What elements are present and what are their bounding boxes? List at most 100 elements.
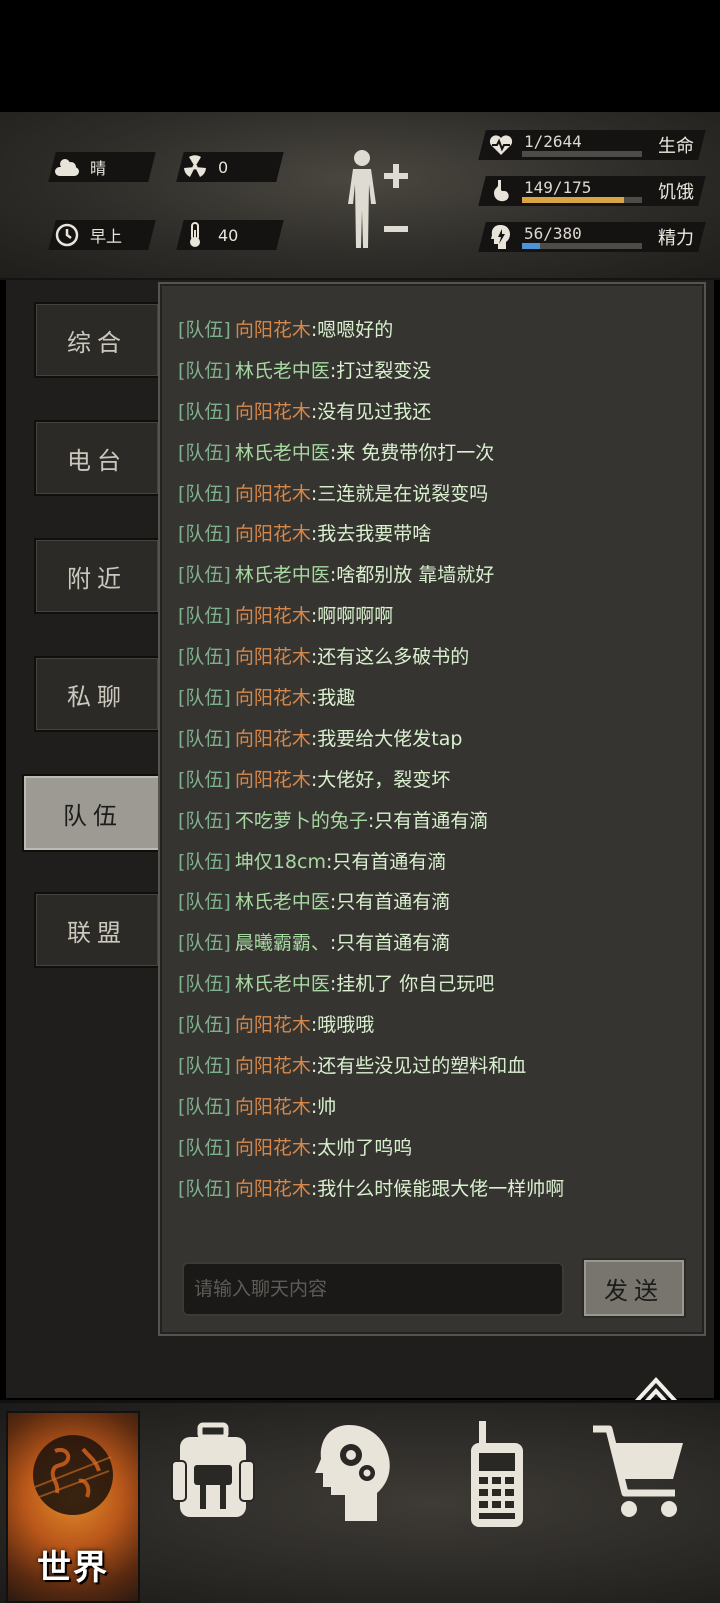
message-sender[interactable]: 向阳花木: [235, 605, 311, 627]
chat-message: [队伍] 不吃萝卜的兔子:只有首通有滴: [178, 801, 688, 842]
message-sender[interactable]: 向阳花木: [235, 1096, 311, 1118]
globe-icon: [33, 1435, 113, 1515]
message-sender[interactable]: 向阳花木: [235, 483, 311, 505]
message-sender[interactable]: 坤仅18cm: [235, 851, 326, 873]
energy-value: 56/380: [524, 224, 582, 243]
nav-shop-button[interactable]: [584, 1421, 694, 1591]
nav-world-label: 世界: [37, 1548, 109, 1588]
radiation-value: 0: [218, 157, 229, 177]
message-sender[interactable]: 向阳花木: [235, 401, 311, 423]
message-sender[interactable]: 林氏老中医: [235, 442, 330, 464]
message-sender[interactable]: 向阳花木: [235, 523, 311, 545]
message-sender[interactable]: 向阳花木: [235, 1014, 311, 1036]
message-sender[interactable]: 向阳花木: [235, 1137, 311, 1159]
energy-bar: [522, 243, 642, 249]
message-channel: [队伍]: [178, 482, 231, 505]
message-sender[interactable]: 向阳花木: [235, 319, 311, 341]
message-text: 啥都别放 靠墙就好: [336, 564, 495, 587]
chat-message: [队伍] 林氏老中医:只有首通有滴: [178, 882, 688, 923]
health-value: 1/2644: [524, 132, 582, 151]
temperature-chip: 40: [176, 220, 284, 250]
time-of-day-text: 早上: [90, 227, 123, 246]
hunger-label: 饥饿: [658, 182, 694, 203]
chat-message: [队伍] 向阳花木:还有这么多破书的: [178, 637, 688, 678]
chat-message-list[interactable]: [队伍] 向阳花木:嗯嗯好的 [队伍] 林氏老中医:打过裂变没 [队伍] 向阳花木:没有见…: [178, 310, 688, 1230]
message-sender[interactable]: 向阳花木: [235, 769, 311, 791]
tab-team[interactable]: 队伍: [22, 774, 164, 852]
message-sender[interactable]: 林氏老中医: [235, 891, 330, 913]
minus-icon: [384, 226, 408, 232]
clock-icon: [52, 220, 82, 250]
message-sender[interactable]: 林氏老中医: [235, 360, 330, 382]
plus-icon: [384, 164, 408, 188]
nav-world-button[interactable]: 世界: [6, 1411, 140, 1603]
energy-label: 精力: [658, 228, 694, 249]
tab-alliance[interactable]: 联盟: [34, 892, 160, 968]
message-sender[interactable]: 不吃萝卜的兔子: [235, 810, 368, 832]
message-channel: [队伍]: [178, 850, 231, 873]
time-chip: 早上: [48, 220, 156, 250]
player-hud: 晴 0 早上 40 1/2644 生命 149/175 饥饿 56/380 精力: [0, 112, 720, 280]
message-text: 只有首通有滴: [374, 809, 489, 832]
shopping-cart-icon: [593, 1425, 683, 1517]
thermometer-icon: [180, 220, 210, 250]
message-text: 三连就是在说裂变吗: [317, 482, 489, 505]
message-sender[interactable]: 向阳花木: [235, 646, 311, 668]
health-label: 生命: [658, 136, 694, 157]
message-text: 还有这么多破书的: [317, 646, 470, 669]
character-body-button[interactable]: [340, 148, 420, 258]
chat-message: [队伍] 向阳花木:帅: [178, 1087, 688, 1128]
tab-radio[interactable]: 电台: [34, 420, 160, 496]
message-text: 只有首通有滴: [336, 891, 451, 914]
chat-message: [队伍] 坤仅18cm:只有首通有滴: [178, 842, 688, 883]
message-sender[interactable]: 向阳花木: [235, 1055, 311, 1077]
radiation-chip: 0: [176, 152, 284, 182]
message-sender[interactable]: 林氏老中医: [235, 564, 330, 586]
message-text: 挂机了 你自己玩吧: [336, 973, 495, 996]
nav-inventory-button[interactable]: [148, 1421, 278, 1591]
chat-input[interactable]: [184, 1264, 562, 1314]
chat-message: [队伍] 向阳花木:我去我要带啥: [178, 514, 688, 555]
message-channel: [队伍]: [178, 687, 231, 710]
message-channel: [队伍]: [178, 441, 231, 464]
chat-message: [队伍] 向阳花木:嗯嗯好的: [178, 310, 688, 351]
tab-private[interactable]: 私聊: [34, 656, 160, 732]
message-text: 哦哦哦: [317, 1014, 375, 1037]
message-sender[interactable]: 向阳花木: [235, 728, 311, 750]
message-text: 嗯嗯好的: [317, 319, 394, 341]
tab-nearby[interactable]: 附近: [34, 538, 160, 614]
message-sender[interactable]: 向阳花木: [235, 1178, 311, 1200]
chat-message: [队伍] 向阳花木:三连就是在说裂变吗: [178, 474, 688, 515]
backpack-icon: [171, 1422, 255, 1517]
message-text: 打过裂变没: [336, 359, 432, 382]
chat-message: [队伍] 林氏老中医:挂机了 你自己玩吧: [178, 964, 688, 1005]
chat-message: [队伍] 向阳花木:啊啊啊啊: [178, 596, 688, 637]
chat-message: [队伍] 向阳花木:还有些没见过的塑料和血: [178, 1046, 688, 1087]
nav-skills-button[interactable]: [290, 1421, 420, 1591]
nav-radio-button[interactable]: [432, 1421, 562, 1591]
message-sender[interactable]: 向阳花木: [235, 687, 311, 709]
chat-message: [队伍] 向阳花木:我趣: [178, 678, 688, 719]
message-sender[interactable]: 晨曦霸霸、: [235, 932, 330, 954]
message-sender[interactable]: 林氏老中医: [235, 973, 330, 995]
message-channel: [队伍]: [178, 932, 231, 955]
stomach-icon: [488, 178, 514, 204]
chat-box: [队伍] 向阳花木:嗯嗯好的 [队伍] 林氏老中医:打过裂变没 [队伍] 向阳花木:没有见…: [158, 282, 706, 1336]
status-bar-area: [0, 0, 720, 112]
tab-general[interactable]: 综合: [34, 302, 160, 378]
chat-input-wrapper: [182, 1262, 564, 1316]
message-channel: [队伍]: [178, 1055, 231, 1078]
message-text: 我趣: [317, 687, 356, 710]
chat-message: [队伍] 林氏老中医:啥都别放 靠墙就好: [178, 555, 688, 596]
bottom-navigation: 世界: [0, 1400, 720, 1603]
message-text: 只有首通有滴: [332, 850, 447, 873]
send-button[interactable]: 发送: [582, 1258, 686, 1318]
message-text: 我要给大佬发tap: [317, 727, 463, 750]
health-bar: [522, 151, 642, 157]
message-channel: [队伍]: [178, 564, 231, 587]
chat-message: [队伍] 向阳花木:没有见过我还: [178, 392, 688, 433]
chat-message: [队伍] 向阳花木:太帅了呜呜: [178, 1128, 688, 1169]
message-channel: [队伍]: [178, 319, 231, 341]
message-text: 啊啊啊啊: [317, 605, 394, 628]
chat-message: [队伍] 向阳花木:大佬好，裂变坏: [178, 760, 688, 801]
